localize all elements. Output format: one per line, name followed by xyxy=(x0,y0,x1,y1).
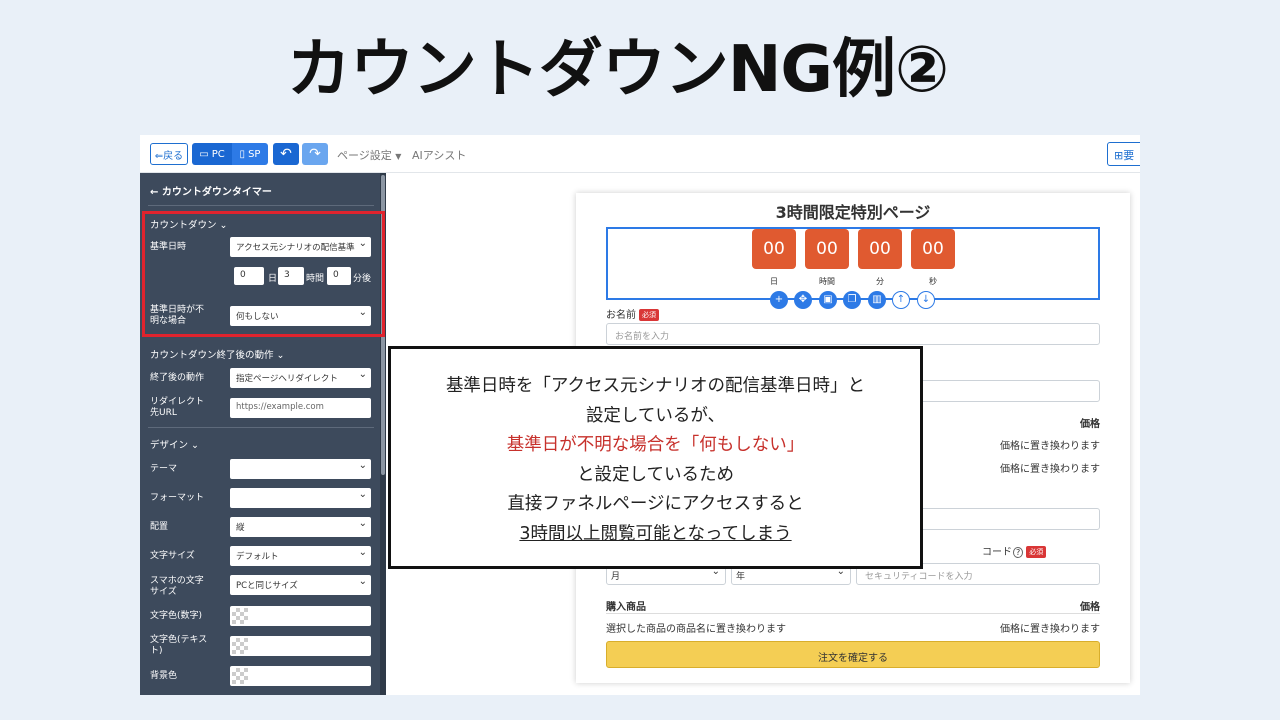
theme-select[interactable] xyxy=(230,459,371,479)
transparent-swatch-icon xyxy=(232,608,248,624)
name-input[interactable]: お名前を入力 xyxy=(606,323,1100,345)
security-code-text: コード xyxy=(982,547,1012,558)
required-badge: 必須 xyxy=(1026,546,1047,558)
redirect-url-label: リダイレクト先URL xyxy=(150,397,205,418)
layout-label: 配置 xyxy=(150,522,169,532)
trash-icon[interactable]: ▥ xyxy=(868,291,886,309)
after-action-label: 終了後の動作 xyxy=(150,373,205,383)
divider xyxy=(606,613,1100,614)
transparent-swatch-icon xyxy=(232,638,248,654)
purchase-label: 購入商品 xyxy=(606,602,646,613)
format-select[interactable] xyxy=(230,488,371,508)
after-action-select[interactable]: 指定ページへリダイレクト xyxy=(230,368,371,388)
redo-icon: ↷ xyxy=(309,146,321,162)
product-name-text: 選択した商品の商品名に置き換わります xyxy=(606,624,786,635)
add-icon[interactable]: + xyxy=(770,291,788,309)
page-title: 3時間限定特別ページ xyxy=(775,203,931,222)
text-color-picker[interactable] xyxy=(230,636,371,656)
arrow-down-icon[interactable]: ↓ xyxy=(917,291,935,309)
sidebar-header[interactable]: ← カウントダウンタイマー xyxy=(150,183,272,198)
transparent-swatch-icon xyxy=(232,668,248,684)
note-line-4: と設定しているため xyxy=(577,464,734,485)
timer-hours: 00 xyxy=(805,229,849,269)
layout-select[interactable]: 縦 xyxy=(230,517,371,537)
ai-assist-menu[interactable]: AIアシスト xyxy=(412,147,466,163)
fontsize-select[interactable]: デフォルト xyxy=(230,546,371,566)
tree-icon: ⊞ xyxy=(1114,149,1124,162)
bg-color-label: 背景色 xyxy=(150,671,178,681)
design-section-toggle[interactable]: デザイン ⌄ xyxy=(150,437,199,451)
undo-button[interactable]: ↶ xyxy=(273,143,299,165)
digit-color-picker[interactable] xyxy=(230,606,371,626)
divider xyxy=(148,205,374,206)
arrow-up-icon[interactable]: ↑ xyxy=(892,291,910,309)
page-settings-menu[interactable]: ページ設定 ▼ xyxy=(337,147,401,163)
phone-icon: ▯ xyxy=(239,148,246,160)
timer-seconds: 00 xyxy=(911,229,955,269)
highlight-frame xyxy=(142,211,385,337)
page-settings-label: ページ設定 xyxy=(337,149,392,162)
fontsize-label: 文字サイズ xyxy=(150,551,195,561)
note-line-2: 設定しているが、 xyxy=(585,405,726,426)
timer-minutes-label: 分 xyxy=(876,277,884,286)
security-code-label: コード? 必須 xyxy=(982,543,1047,558)
caret-down-icon: ▼ xyxy=(395,152,402,161)
pc-view-button[interactable]: ▭ PC xyxy=(192,143,232,165)
sp-label: SP xyxy=(248,148,261,160)
save-icon[interactable]: ▣ xyxy=(819,291,837,309)
sp-fontsize-select[interactable]: PCと同じサイズ xyxy=(230,575,371,595)
settings-sidebar: ← カウントダウンタイマー カウントダウン ⌄ 基準日時 アクセス元シナリオの配… xyxy=(140,173,386,695)
pc-label: PC xyxy=(211,148,225,160)
purchase-price-label: 価格 xyxy=(1080,602,1100,613)
digit-color-label: 文字色(数字) xyxy=(150,611,203,621)
sp-fontsize-label: スマホの文字サイズ xyxy=(150,576,204,597)
back-button[interactable]: ⇐戻る xyxy=(150,143,188,165)
bg-color-picker[interactable] xyxy=(230,666,371,686)
undo-icon: ↶ xyxy=(280,146,292,162)
editor-toolbar: ⇐戻る ▭ PC ▯ SP ↶ ↷ ページ設定 ▼ AIアシスト ⊞要 xyxy=(140,135,1140,173)
note-line-3: 基準日が不明な場合を「何もしない」 xyxy=(506,435,805,455)
sp-view-button[interactable]: ▯ SP xyxy=(232,143,268,165)
slide-title: カウントダウンNG例② xyxy=(286,33,949,107)
submit-order-button[interactable]: 注文を確定する xyxy=(606,641,1100,668)
required-badge: 必須 xyxy=(639,309,659,321)
price-text-2: 価格に置き換わります xyxy=(1000,464,1100,475)
price-text-1: 価格に置き換わります xyxy=(1000,441,1100,452)
copy-icon[interactable]: ❐ xyxy=(843,291,861,309)
divider xyxy=(148,427,374,428)
help-icon: ? xyxy=(1013,547,1024,558)
timer-seconds-label: 秒 xyxy=(929,277,937,286)
timer-hours-label: 時間 xyxy=(819,277,835,286)
name-label: お名前 必須 xyxy=(606,306,659,321)
redo-button[interactable]: ↷ xyxy=(302,143,328,165)
text-color-label: 文字色(テキスト) xyxy=(150,635,208,656)
price-text-3: 価格に置き換わります xyxy=(1000,624,1100,635)
elements-button[interactable]: ⊞要 xyxy=(1107,142,1140,166)
explanation-note: 基準日時を「アクセス元シナリオの配信基準日時」と 設定しているが、 基準日が不明… xyxy=(388,346,923,569)
theme-label: テーマ xyxy=(150,464,178,474)
countdown-selection-frame[interactable] xyxy=(606,227,1100,300)
format-label: フォーマット xyxy=(150,493,205,503)
after-section-toggle[interactable]: カウントダウン終了後の動作 ⌄ xyxy=(150,347,284,361)
timer-minutes: 00 xyxy=(858,229,902,269)
redirect-url-input[interactable]: https://example.com xyxy=(230,398,371,418)
timer-days-label: 日 xyxy=(770,277,778,286)
monitor-icon: ▭ xyxy=(199,148,209,160)
note-line-1: 基準日時を「アクセス元シナリオの配信基準日時」と xyxy=(445,376,866,396)
move-icon[interactable]: ✥ xyxy=(794,291,812,309)
price-header: 価格 xyxy=(1080,419,1100,430)
timer-days: 00 xyxy=(752,229,796,269)
name-label-text: お名前 xyxy=(606,310,636,321)
elements-label: 要 xyxy=(1123,149,1135,162)
note-line-5: 直接ファネルページにアクセスすると xyxy=(507,494,804,514)
note-line-6: 3時間以上閲覧可能となってしまう xyxy=(519,523,792,544)
